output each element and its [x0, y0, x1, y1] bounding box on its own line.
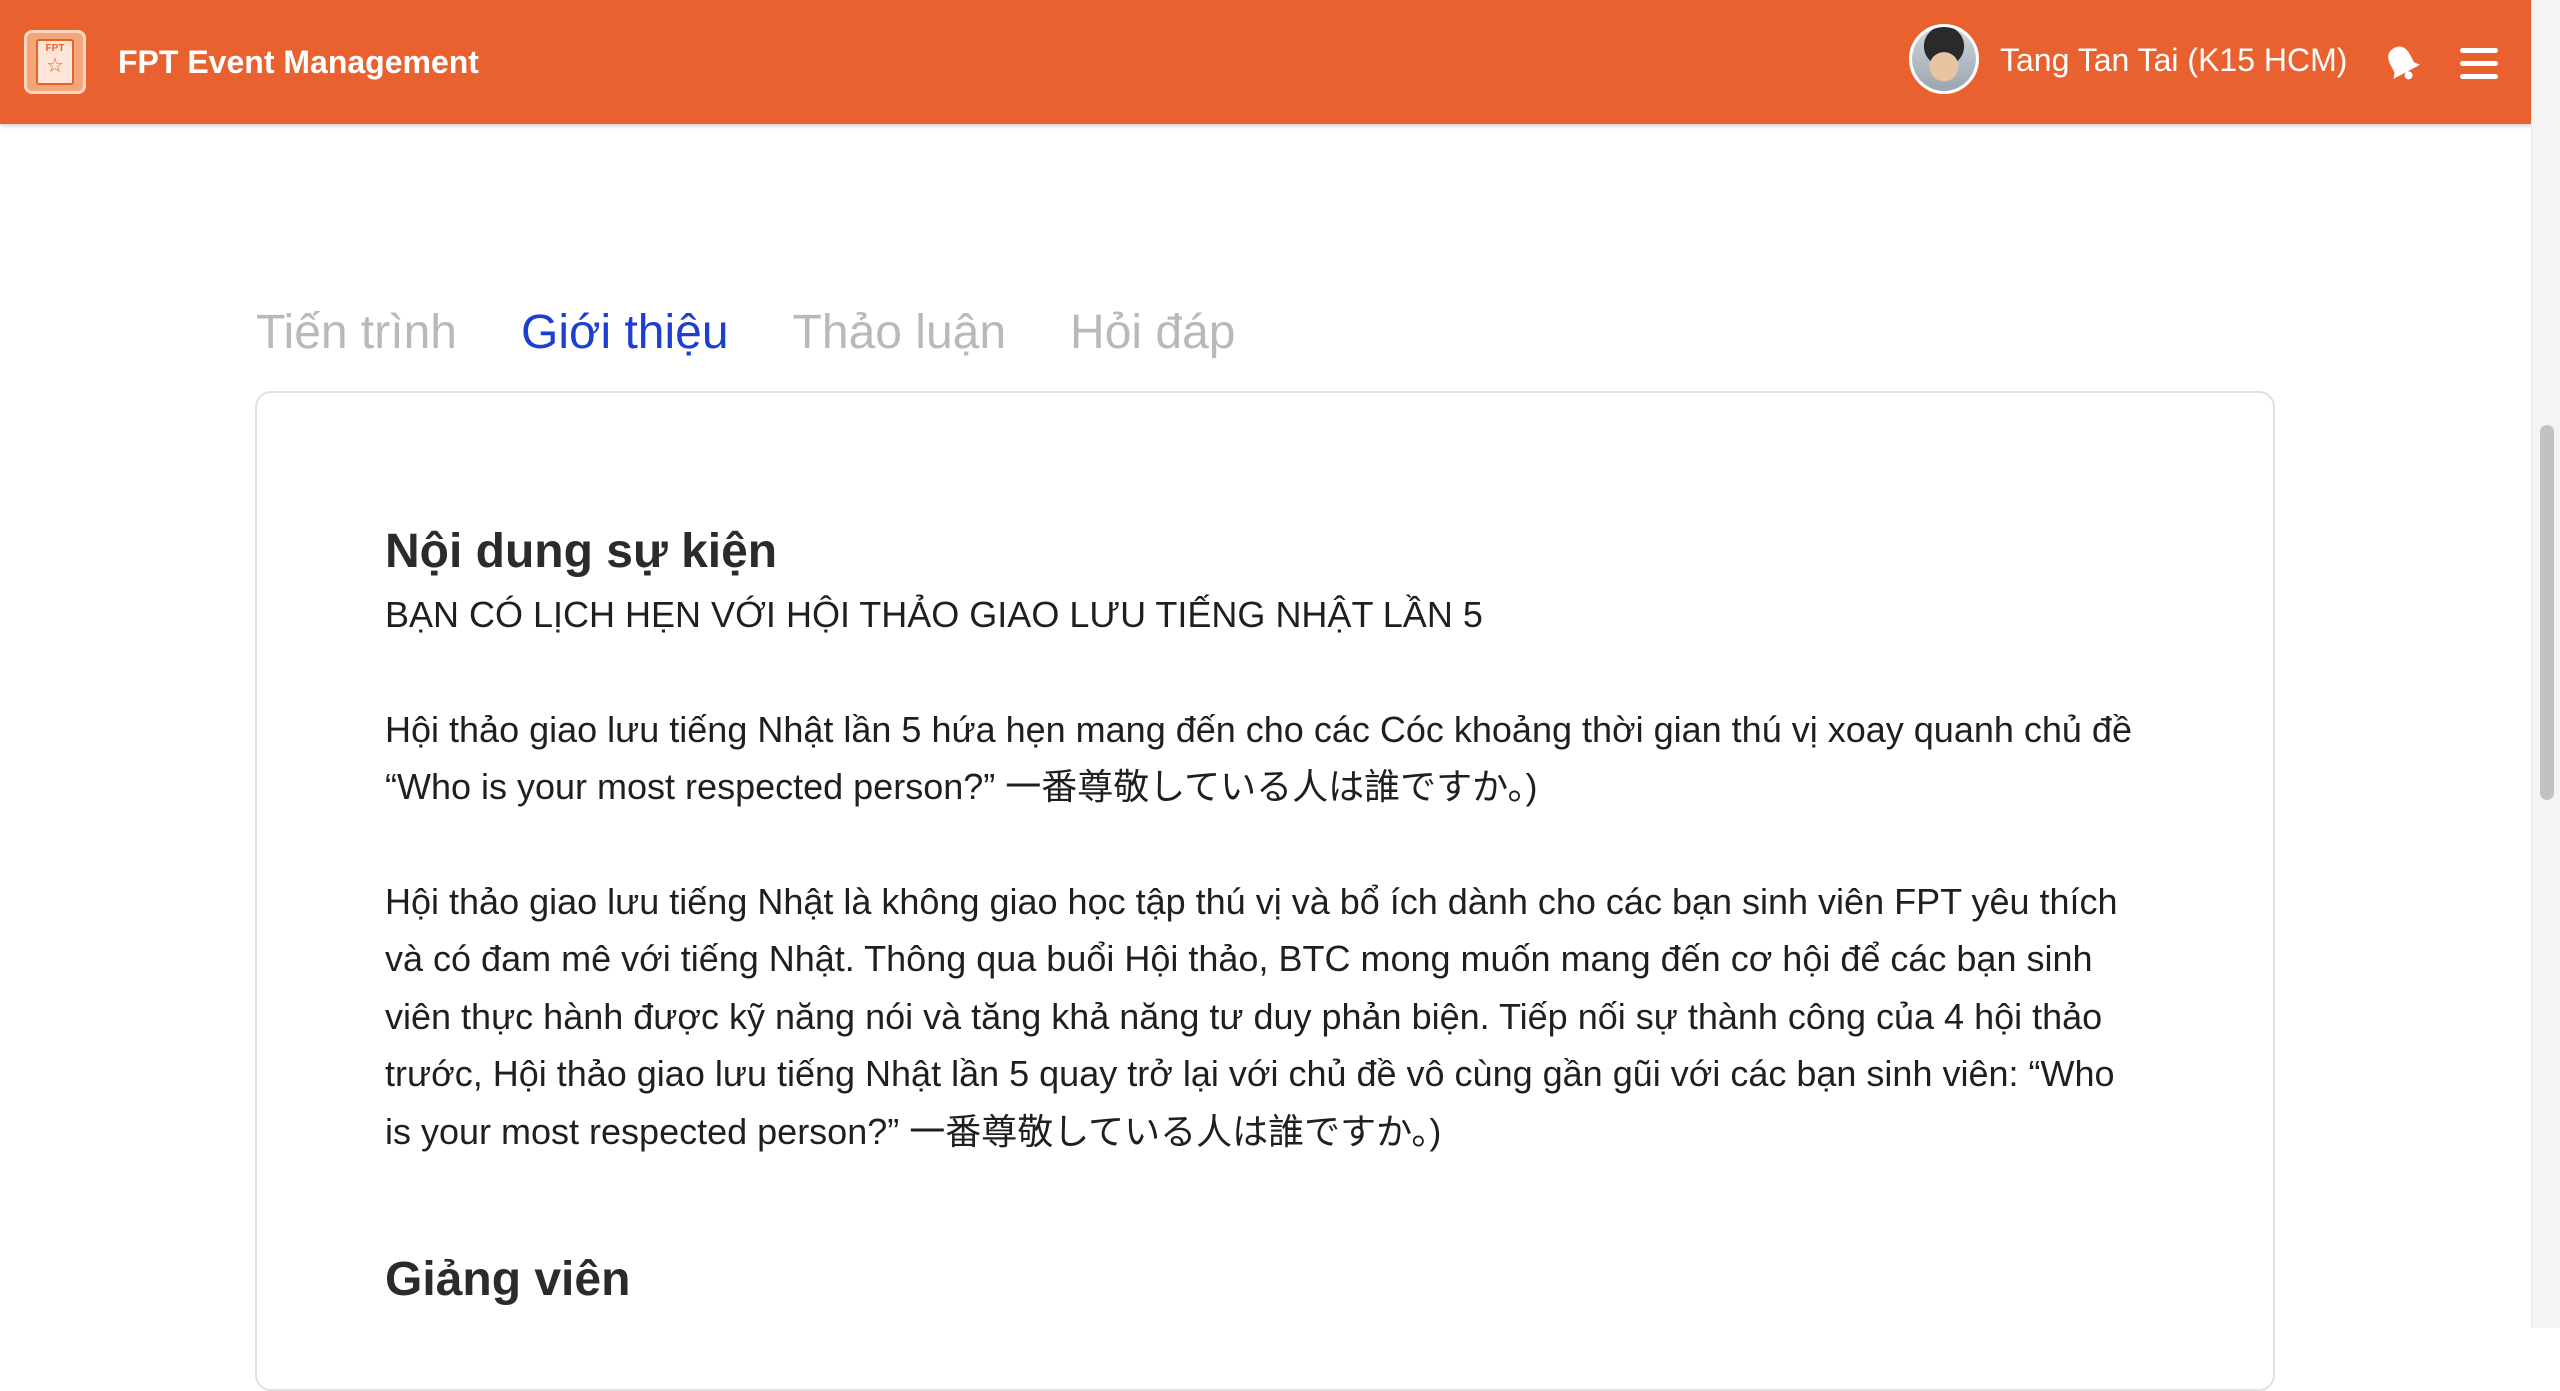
- tab-hoi-dap[interactable]: Hỏi đáp: [1070, 300, 1235, 370]
- avatar-image: [1912, 27, 1976, 91]
- event-headline: BẠN CÓ LỊCH HẸN VỚI HỘI THẢO GIAO LƯU TI…: [385, 594, 1483, 635]
- tab-tien-trinh[interactable]: Tiến trình: [256, 300, 457, 370]
- app-logo[interactable]: FPT ☆: [24, 30, 86, 94]
- top-navigation-bar: FPT ☆ FPT Event Management Tang Tan Tai …: [0, 0, 2531, 124]
- bell-icon[interactable]: [2382, 42, 2422, 84]
- tab-thao-luan[interactable]: Thảo luận: [793, 300, 1007, 370]
- event-paragraph-2: Hội thảo giao lưu tiếng Nhật là không gi…: [385, 880, 2128, 1152]
- logo-text: FPT: [45, 43, 65, 54]
- scrollbar-thumb[interactable]: [2540, 425, 2554, 800]
- event-tabs: Tiến trình Giới thiệu Thảo luận Hỏi đáp: [256, 300, 1236, 370]
- section-title-event-content: Nội dung sự kiện: [385, 525, 778, 578]
- page-scrollbar[interactable]: [2531, 0, 2560, 1328]
- user-name[interactable]: Tang Tan Tai (K15 HCM): [2000, 38, 2347, 82]
- section-title-lecturers: Giảng viên: [385, 1253, 631, 1306]
- tab-gioi-thieu[interactable]: Giới thiệu: [521, 300, 729, 370]
- avatar[interactable]: [1909, 24, 1979, 94]
- event-paragraph-1: Hội thảo giao lưu tiếng Nhật lần 5 hứa h…: [385, 708, 2142, 808]
- logo-badge: FPT ☆: [36, 39, 74, 85]
- star-icon: ☆: [46, 55, 64, 77]
- introduction-content: Nội dung sự kiện BẠN CÓ LỊCH HẸN VỚI HỘI…: [385, 520, 2145, 1312]
- hamburger-menu-icon[interactable]: [2460, 48, 2498, 80]
- app-title[interactable]: FPT Event Management: [118, 40, 479, 84]
